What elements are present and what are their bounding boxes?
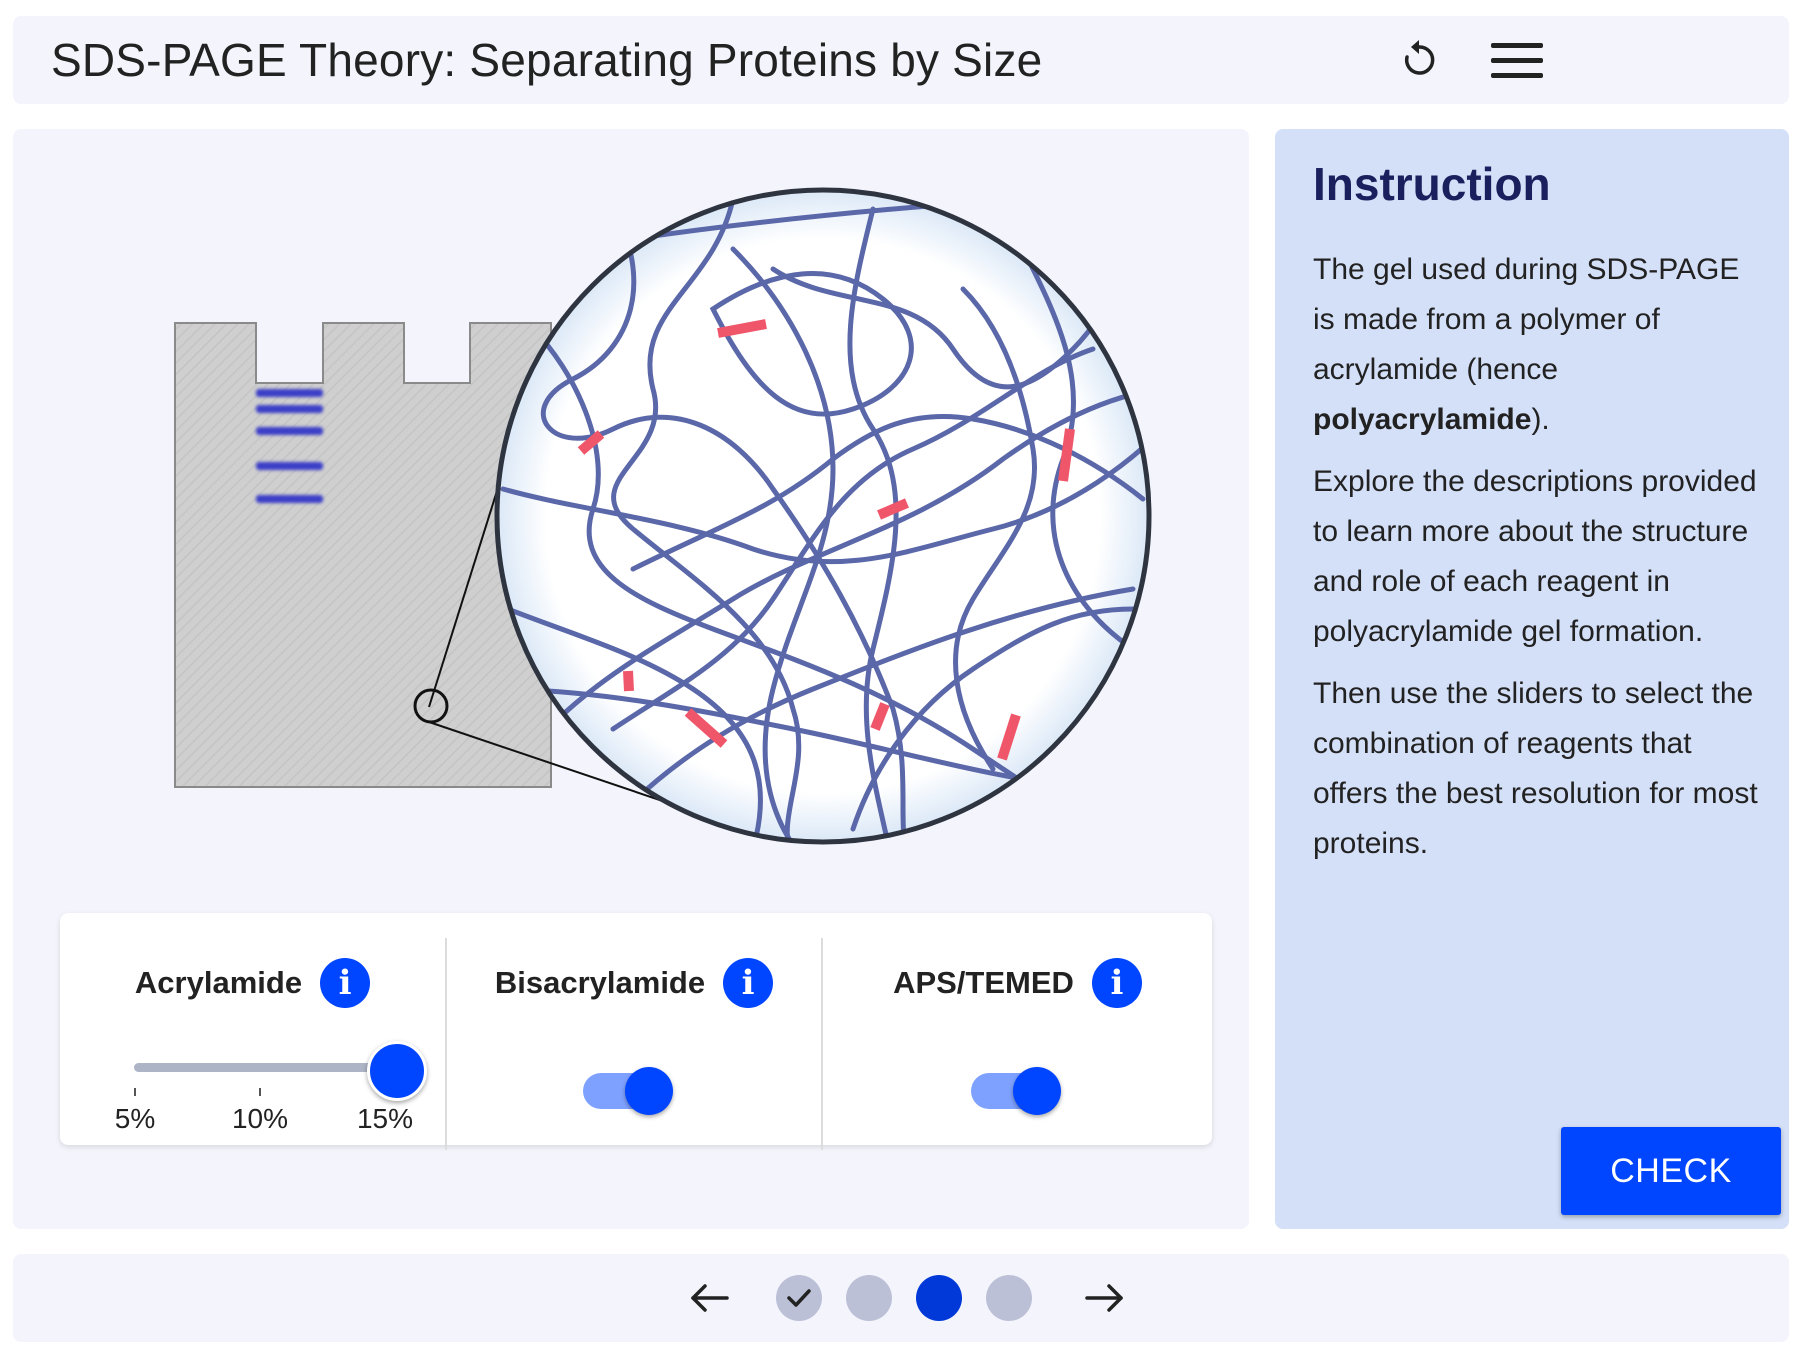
acrylamide-slider-track[interactable] — [134, 1063, 384, 1072]
reagent-controls: Acrylamide i 5% 10% 15% Bisacrylamide i — [60, 913, 1212, 1150]
page-dot-completed[interactable] — [776, 1275, 822, 1321]
page-dot-current[interactable] — [916, 1275, 962, 1321]
instruction-heading: Instruction — [1313, 158, 1551, 210]
aps-temed-toggle[interactable] — [971, 1067, 1061, 1115]
acrylamide-label: Acrylamide — [134, 965, 303, 1000]
gel-illustration — [174, 187, 1152, 845]
instruction-text: The gel used during SDS-PAGE is made fro… — [1313, 245, 1769, 881]
tick-label-5: 5% — [114, 1103, 156, 1134]
magnified-gel-view — [494, 187, 1152, 845]
bisacrylamide-info-icon[interactable]: i — [723, 958, 774, 1008]
instruction-paragraph: Then use the sliders to select the combi… — [1313, 677, 1758, 860]
hamburger-menu-icon[interactable] — [1489, 32, 1545, 88]
page-title: SDS-PAGE Theory: Separating Proteins by … — [51, 34, 1043, 86]
check-button[interactable]: CHECK — [1561, 1127, 1781, 1215]
arrow-right-icon[interactable] — [1075, 1268, 1135, 1328]
aps-temed-control: APS/TEMED i — [823, 913, 1212, 1145]
acrylamide-info-icon[interactable]: i — [320, 958, 371, 1008]
protein-band — [256, 495, 323, 503]
slider-tick — [259, 1088, 261, 1096]
tick-label-10: 10% — [231, 1103, 289, 1134]
page-dot[interactable] — [846, 1275, 892, 1321]
simulation-panel: Acrylamide i 5% 10% 15% Bisacrylamide i — [13, 129, 1249, 1229]
header-bar: SDS-PAGE Theory: Separating Proteins by … — [13, 16, 1789, 104]
checkmark-icon — [787, 1289, 811, 1307]
protein-band — [256, 427, 323, 435]
acrylamide-control: Acrylamide i 5% 10% 15% — [60, 913, 445, 1145]
polyacrylamide-term: polyacrylamide — [1313, 403, 1532, 436]
arrow-left-icon[interactable] — [679, 1268, 739, 1328]
tick-label-15: 15% — [356, 1103, 414, 1134]
bisacrylamide-toggle[interactable] — [583, 1067, 673, 1115]
page-dot[interactable] — [986, 1275, 1032, 1321]
reset-icon[interactable] — [1391, 32, 1447, 88]
instruction-paragraph: Explore the descriptions provided to lea… — [1313, 465, 1757, 648]
protein-band — [256, 462, 323, 470]
protein-band — [256, 405, 323, 413]
acrylamide-slider-thumb[interactable] — [367, 1041, 427, 1101]
bisacrylamide-label: Bisacrylamide — [494, 965, 706, 1000]
aps-temed-info-icon[interactable]: i — [1091, 958, 1142, 1008]
instruction-paragraph: The gel used during SDS-PAGE is made fro… — [1313, 253, 1740, 436]
instruction-panel: Instruction The gel used during SDS-PAGE… — [1275, 129, 1789, 1229]
gel-slab — [174, 322, 552, 788]
protein-band — [256, 389, 323, 397]
slider-tick — [134, 1088, 136, 1096]
page-navigation — [13, 1254, 1789, 1342]
bisacrylamide-control: Bisacrylamide i — [447, 913, 821, 1145]
aps-temed-label: APS/TEMED — [893, 965, 1074, 1000]
